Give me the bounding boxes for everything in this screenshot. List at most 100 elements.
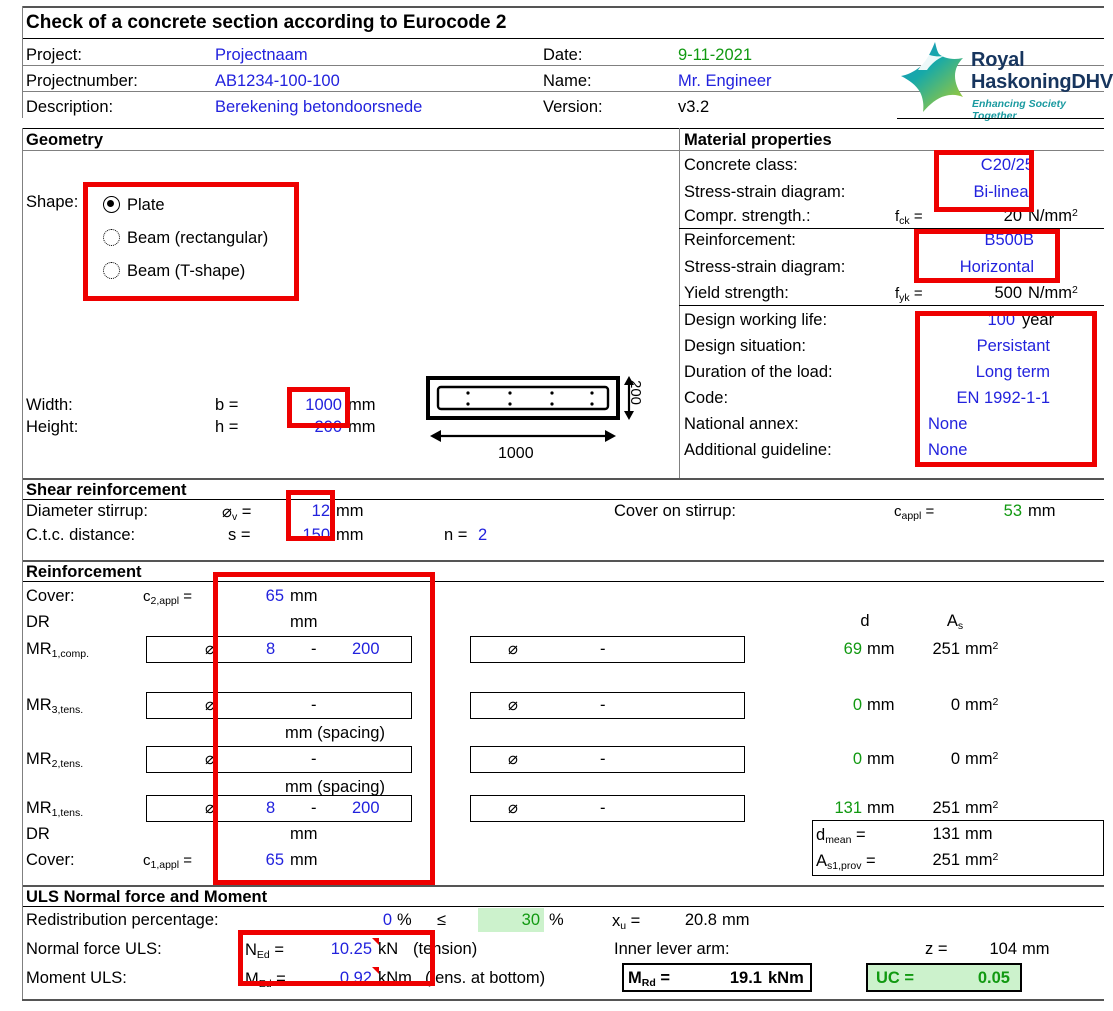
reinforcement-d-unit-2: mm [867,750,895,768]
shape-option-beam-t-label: Beam (T-shape) [127,262,246,280]
uc-symbol: UC = [876,969,915,987]
material-unit-fck: N/mm2 [1028,207,1078,225]
reinforcement-dia-left-0[interactable]: 8 [266,641,275,658]
design-value-situation[interactable]: Persistant [900,338,1050,355]
width-value[interactable]: 1000 [265,397,342,414]
dr-top-label: DR [26,613,50,631]
section-title-reinforcement: Reinforcement [26,563,142,581]
material-value-concrete-diagram[interactable]: Bi-linear [900,184,1034,201]
lever-arm-value: 104 [989,940,1017,958]
material-label-concrete-diagram: Stress-strain diagram: [684,183,846,201]
reinforcement-input-left-2[interactable] [146,746,412,773]
shear-label-cover: Cover on stirrup: [614,502,736,520]
header-label-date: Date: [543,46,583,64]
material-unit-fyk: N/mm2 [1028,284,1078,302]
reinforcement-dash-right-1: - [600,696,606,714]
radio-beam-rectangular-icon[interactable] [103,229,120,246]
reinforcement-dia-left-3[interactable]: 8 [266,800,275,817]
shear-label-ctc: C.t.c. distance: [26,526,136,544]
design-value-additional-guideline[interactable]: None [928,442,967,459]
reinforcement-dash-right-3: - [600,799,606,817]
reinforcement-dash-right-0: - [600,640,606,658]
material-symbol-fck: fck = [895,208,923,227]
radio-beam-tshape-icon[interactable] [103,262,120,279]
cover-bottom-label: Cover: [26,851,75,869]
header-value-version: v3.2 [678,98,710,116]
material-value-reinforcement[interactable]: B500B [900,232,1034,249]
header-value-date[interactable]: 9-11-2021 [678,47,752,64]
xu-symbol: xu = [612,912,641,932]
moment-value[interactable]: 0.92 [300,970,372,987]
reinforcement-row-label-3: MR1,tens. [26,799,84,819]
shear-unit-diameter: mm [336,502,364,520]
normal-force-value[interactable]: 10.25 [300,941,372,958]
shape-option-plate-label: Plate [127,196,165,214]
page-title: Check of a concrete section according to… [26,12,507,33]
shape-option-beam-t[interactable]: Beam (T-shape) [103,262,245,281]
material-value-concrete-class[interactable]: C20/25 [900,157,1034,174]
material-value-fck: 20 [1003,207,1022,225]
shear-value-ctc[interactable]: 150 [268,527,330,544]
normal-force-note: (tension) [413,940,478,958]
redistribution-value[interactable]: 0 [330,912,392,929]
design-value-code[interactable]: EN 1992-1-1 [900,390,1050,407]
reinforcement-dia-symbol-left-3: ⌀ [205,799,215,817]
reinforcement-input-left-1[interactable] [146,692,412,719]
material-value-steel-diagram[interactable]: Horizontal [900,259,1034,276]
design-label-code: Code: [684,389,729,407]
height-value[interactable]: 200 [265,419,342,436]
header-value-description[interactable]: Berekening betondoorsnede [215,99,422,116]
reinforcement-d-unit-1: mm [867,696,895,714]
reinforcement-as-unit-2: mm2 [965,750,999,768]
reinforcement-as-1: 0 [950,696,960,714]
radio-plate-icon[interactable] [103,196,120,213]
moment-symbol: MEd = [245,970,286,990]
shear-value-diameter[interactable]: 12 [268,503,330,520]
xu-unit: mm [722,911,750,929]
spreadsheet-page: Check of a concrete section according to… [0,0,1113,1011]
reinforcement-d-3: 131 [834,799,862,817]
shear-value-n[interactable]: 2 [478,527,487,544]
shape-option-beam-rect[interactable]: Beam (rectangular) [103,229,268,248]
cover-bottom-value[interactable]: 65 [222,852,284,869]
height-symbol: h = [215,418,239,436]
reinforcement-spacing-left-3[interactable]: 200 [352,800,380,817]
material-label-yield-strength: Yield strength: [684,284,789,302]
header-label-version: Version: [543,98,603,116]
width-label: Width: [26,396,73,414]
design-value-national-annex[interactable]: None [928,416,967,433]
reinforcement-spacing-note-1: mm (spacing) [285,724,385,742]
design-value-duration[interactable]: Long term [900,364,1050,381]
height-unit: mm [348,418,376,436]
reinforcement-d-2: 0 [852,750,862,768]
company-logo: Royal HaskoningDHV Enhancing Society Tog… [897,40,1113,122]
reinforcement-dia-symbol-right-0: ⌀ [508,640,518,658]
header-label-projectnumber: Projectnumber: [26,72,138,90]
shape-option-plate[interactable]: Plate [103,196,165,215]
design-label-national-annex: National annex: [684,415,799,433]
reinforcement-as-0: 251 [932,640,960,658]
section-title-geometry: Geometry [26,131,104,149]
reinforcement-dash-right-2: - [600,750,606,768]
reinforcement-spacing-left-0[interactable]: 200 [352,641,380,658]
material-label-compr-strength: Compr. strength.: [684,207,811,225]
cover-bottom-symbol: c1,appl = [143,852,193,871]
summary-unit-as1prov: mm2 [965,851,999,869]
shear-label-diameter: Diameter stirrup: [26,502,148,520]
summary-value-dmean: 131 [932,825,960,843]
diagram-height-dim: 200 [627,380,644,406]
header-value-project[interactable]: Projectnaam [215,47,308,64]
header-value-name[interactable]: Mr. Engineer [678,73,772,90]
reinforcement-dia-symbol-left-2: ⌀ [205,750,215,768]
reinforcement-d-unit-3: mm [867,799,895,817]
design-value-working-life[interactable]: 100 [900,312,1015,329]
shear-symbol-diameter: ⌀v = [222,503,252,523]
header-value-projectnumber[interactable]: AB1234-100-100 [215,73,340,90]
cover-top-unit: mm [290,587,318,605]
normal-force-symbol: NEd = [245,941,284,961]
width-symbol: b = [215,396,239,414]
section-title-shear: Shear reinforcement [26,481,187,499]
reinforcement-dash-left-2: - [311,750,317,768]
cover-top-value[interactable]: 65 [222,588,284,605]
reinforcement-d-unit-0: mm [867,640,895,658]
